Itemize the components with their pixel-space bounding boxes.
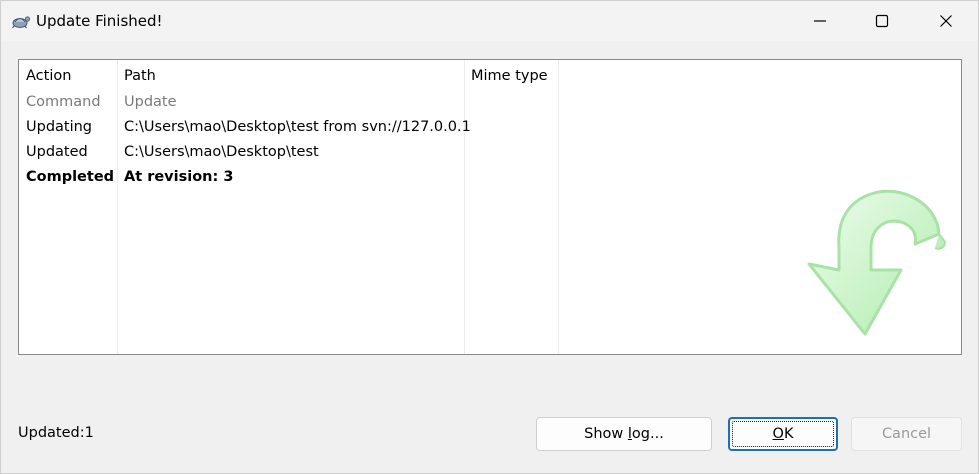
maximize-icon — [875, 14, 889, 28]
minimize-icon — [814, 20, 826, 22]
column-header-mime-type[interactable]: Mime type — [471, 67, 548, 85]
close-icon — [940, 15, 952, 27]
show-log-button[interactable]: Show log... — [536, 417, 712, 451]
window-title: Update Finished! — [36, 12, 163, 30]
column-separator — [464, 60, 465, 354]
row-action[interactable]: Updated — [26, 143, 88, 161]
show-log-label-prefix: Show — [584, 426, 628, 442]
close-button[interactable] — [923, 1, 969, 41]
row-path[interactable]: C:\Users\mao\Desktop\test — [124, 143, 319, 161]
row-path[interactable]: Update — [124, 93, 177, 111]
update-finished-dialog: Update Finished! Action Path Mime type C… — [0, 0, 979, 474]
update-arrow-icon — [807, 189, 947, 336]
cancel-label: Cancel — [881, 426, 932, 442]
row-path[interactable]: C:\Users\mao\Desktop\test from svn://127… — [124, 118, 471, 136]
update-results-list[interactable]: Action Path Mime type Command Update Upd… — [18, 59, 962, 355]
minimize-button[interactable] — [797, 1, 843, 41]
row-action[interactable]: Updating — [26, 118, 92, 136]
column-separator — [117, 60, 118, 354]
status-updated-count: Updated:1 — [18, 425, 94, 441]
column-separator — [558, 60, 559, 354]
row-path[interactable]: At revision: 3 — [124, 168, 233, 186]
focus-rect — [732, 421, 834, 447]
column-header-action[interactable]: Action — [26, 67, 71, 85]
cancel-button[interactable]: Cancel — [851, 417, 962, 451]
tortoise-icon — [12, 16, 31, 29]
row-action[interactable]: Command — [26, 93, 101, 111]
column-header-path[interactable]: Path — [124, 67, 156, 85]
row-action[interactable]: Completed — [26, 168, 114, 186]
title-bar[interactable]: Update Finished! — [1, 1, 978, 41]
show-log-label-suffix: og... — [631, 426, 664, 442]
ok-button[interactable]: OK — [728, 417, 838, 451]
maximize-button[interactable] — [859, 1, 905, 41]
